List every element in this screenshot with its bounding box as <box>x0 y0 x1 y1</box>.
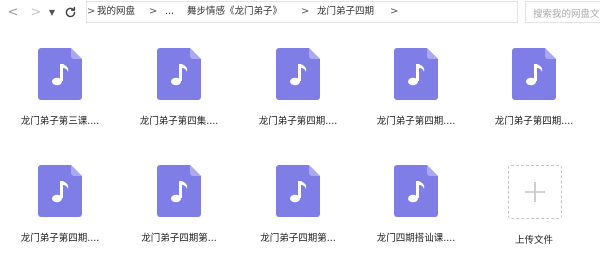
file-item[interactable]: 龙门四期搭讪课.... <box>370 165 462 255</box>
audio-file-icon <box>157 165 201 217</box>
refresh-icon <box>65 6 75 17</box>
address-bar: > 我的网盘 > ... 舞步情感《龙门弟子》 > 龙门弟子四期 > <box>86 1 518 23</box>
file-item[interactable]: 龙门弟子第四期.... <box>252 48 344 138</box>
file-item[interactable]: 龙门弟子第四期.... <box>14 165 106 255</box>
back-button[interactable]: < <box>5 3 21 21</box>
chevron-left-icon: < <box>7 4 19 20</box>
file-name: 龙门弟子第四期.... <box>20 233 100 244</box>
breadcrumb-separator: > <box>390 6 399 17</box>
file-name: 龙门弟子第三课.... <box>20 116 100 127</box>
audio-file-icon <box>38 48 82 100</box>
file-name: 龙门弟子四期第... <box>260 233 336 244</box>
file-item[interactable]: 龙门弟子第四期.... <box>488 48 580 138</box>
upload-file-button[interactable]: 上传文件 <box>488 165 580 255</box>
history-dropdown-button[interactable]: ▼ <box>47 3 57 21</box>
file-name: 龙门弟子第四期.... <box>494 116 574 127</box>
caret-down-icon: ▼ <box>48 7 56 17</box>
breadcrumb-separator: > <box>301 6 310 17</box>
audio-file-icon <box>276 165 320 217</box>
file-name: 龙门弟子四期第... <box>141 233 217 244</box>
toolbar: < > ▼ > 我的网盘 > ... 舞步情感《龙门弟子》 > 龙门弟子四期 > <box>0 0 600 24</box>
breadcrumb-item-my-drive[interactable]: 我的网盘 <box>97 2 135 22</box>
file-name: 龙门弟子第四期.... <box>376 116 456 127</box>
upload-label: 上传文件 <box>514 235 553 246</box>
search-input[interactable] <box>526 4 600 22</box>
file-name: 龙门四期搭讪课.... <box>376 233 456 244</box>
file-item[interactable]: 龙门弟子第四期.... <box>370 48 462 138</box>
breadcrumb-item-ellipsis[interactable]: ... <box>165 2 174 22</box>
breadcrumb-item-current[interactable]: 龙门弟子四期 <box>317 2 374 22</box>
audio-file-icon <box>394 165 438 217</box>
file-name: 龙门弟子第四期.... <box>258 116 338 127</box>
audio-file-icon <box>38 165 82 217</box>
audio-file-icon <box>394 48 438 100</box>
file-item[interactable]: 龙门弟子第四集.... <box>133 48 225 138</box>
forward-button[interactable]: > <box>28 3 44 21</box>
breadcrumb-item-folder[interactable]: 舞步情感《龙门弟子》 <box>187 2 282 22</box>
file-item[interactable]: 龙门弟子四期第... <box>133 165 225 255</box>
audio-file-icon <box>512 48 556 100</box>
breadcrumb-separator: > <box>87 6 96 17</box>
search-box <box>525 1 600 23</box>
chevron-right-icon: > <box>30 4 42 20</box>
upload-box[interactable] <box>508 165 562 219</box>
audio-file-icon <box>276 48 320 100</box>
file-item[interactable]: 龙门弟子四期第... <box>252 165 344 255</box>
plus-icon <box>525 182 545 202</box>
refresh-button[interactable] <box>61 3 79 21</box>
audio-file-icon <box>157 48 201 100</box>
file-name: 龙门弟子第四集.... <box>139 116 219 127</box>
breadcrumb-separator: > <box>149 6 158 17</box>
file-item[interactable]: 龙门弟子第三课.... <box>14 48 106 138</box>
